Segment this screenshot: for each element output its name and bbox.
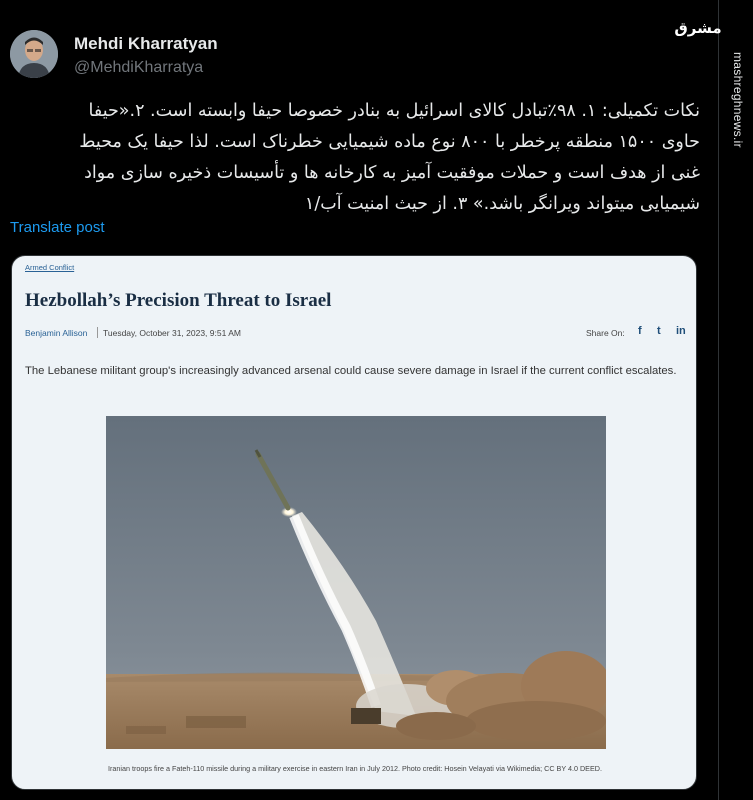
twitter-icon[interactable]: t bbox=[657, 325, 661, 337]
tweet-text-line: نکات تکمیلی: ۱. ۹۸٪تبادل کالای اسرائیل ب… bbox=[88, 101, 700, 121]
tweet-container: Mehdi Kharratyan @MehdiKharratya نکات تک… bbox=[0, 0, 718, 800]
article-date: Tuesday, October 31, 2023, 9:51 AM bbox=[103, 328, 241, 338]
avatar-image bbox=[10, 30, 58, 78]
article-author[interactable]: Benjamin Allison bbox=[25, 328, 87, 338]
author-handle[interactable]: @MehdiKharratya bbox=[74, 59, 203, 77]
article-title: Hezbollah’s Precision Threat to Israel bbox=[25, 290, 332, 311]
missile-launch-photo bbox=[106, 416, 606, 749]
author-name[interactable]: Mehdi Kharratyan bbox=[74, 34, 218, 54]
article-tag[interactable]: Armed Conflict bbox=[25, 263, 74, 272]
share-label: Share On: bbox=[586, 328, 625, 338]
embedded-article-card[interactable]: Armed Conflict Hezbollah’s Precision Thr… bbox=[11, 255, 697, 790]
tweet-text-line: حاوی ۱۵۰۰ منطقه پرخطر با ۸۰۰ نوع ماده شی… bbox=[79, 132, 700, 152]
facebook-icon[interactable]: f bbox=[638, 325, 642, 337]
byline-divider bbox=[97, 327, 98, 338]
watermark-site-text: mashreghnews.ir bbox=[731, 52, 745, 148]
photo-caption: Iranian troops fire a Fateh-110 missile … bbox=[108, 764, 602, 773]
watermark-logo: مشرق bbox=[674, 19, 722, 37]
linkedin-icon[interactable]: in bbox=[676, 325, 686, 337]
translate-post-link[interactable]: Translate post bbox=[10, 219, 105, 236]
tweet-text: نکات تکمیلی: ۱. ۹۸٪تبادل کالای اسرائیل ب… bbox=[8, 96, 700, 220]
tweet-text-line: غنی از هدف است و حملات موفقیت آمیز به کا… bbox=[84, 163, 700, 183]
avatar[interactable] bbox=[10, 30, 58, 78]
article-summary: The Lebanese militant group's increasing… bbox=[25, 365, 677, 377]
tweet-text-line: شیمیایی میتواند ویرانگر باشد.» ۳. از حیث… bbox=[304, 194, 700, 214]
